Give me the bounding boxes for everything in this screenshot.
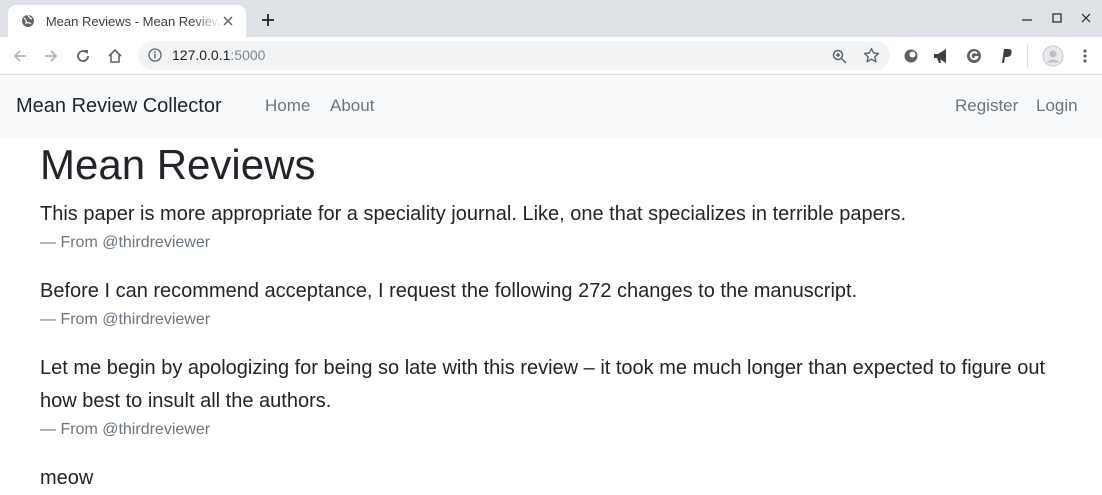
url-port: :5000 xyxy=(230,47,266,63)
review-text: This paper is more appropriate for a spe… xyxy=(40,203,906,225)
nav-link-home[interactable]: Home xyxy=(265,96,310,116)
review-text: Before I can recommend acceptance, I req… xyxy=(40,280,858,302)
forward-button[interactable] xyxy=(38,43,64,69)
nav-link-login[interactable]: Login xyxy=(1036,96,1078,116)
reload-icon xyxy=(77,50,89,62)
review-footer: — From @thirdreviewer xyxy=(40,311,211,328)
nav-link-register[interactable]: Register xyxy=(955,96,1018,116)
info-icon[interactable] xyxy=(147,47,163,63)
minimize-icon xyxy=(1022,19,1032,21)
review-text: Let me begin by apologizing for being so… xyxy=(40,357,1046,412)
home-icon xyxy=(108,48,122,63)
minimize-button[interactable] xyxy=(1015,8,1039,28)
menu-dots-icon[interactable] xyxy=(1076,47,1094,65)
extension-circle-icon[interactable] xyxy=(902,47,920,65)
close-icon[interactable] xyxy=(220,13,236,29)
window-close-button[interactable] xyxy=(1074,8,1098,28)
back-button[interactable] xyxy=(7,43,33,69)
review-footer: — From @thirdreviewer xyxy=(40,421,211,438)
maximize-button[interactable] xyxy=(1045,8,1069,28)
profile-avatar-icon[interactable] xyxy=(1042,45,1064,67)
window-close-icon xyxy=(1081,13,1091,23)
browser-toolbar: 127.0.0.1:5000 xyxy=(0,37,1102,75)
megaphone-icon[interactable] xyxy=(933,47,951,65)
toolbar-separator xyxy=(1027,45,1028,67)
forward-icon xyxy=(45,50,58,62)
plus-icon xyxy=(262,14,274,26)
page-title: Mean Reviews xyxy=(40,141,316,188)
new-tab-button[interactable] xyxy=(258,10,278,30)
paypal-icon[interactable] xyxy=(997,47,1015,65)
browser-tab[interactable]: Mean Reviews - Mean Reviews xyxy=(8,5,246,37)
review-footer: — From @thirdreviewer xyxy=(40,234,211,251)
navbar-brand[interactable]: Mean Review Collector xyxy=(16,94,222,118)
url-text[interactable]: 127.0.0.1:5000 xyxy=(172,47,265,64)
tab-title: Mean Reviews - Mean Reviews xyxy=(45,13,221,29)
reload-button[interactable] xyxy=(70,43,96,69)
star-icon[interactable] xyxy=(862,46,880,64)
site-navbar: Mean Review Collector Home About Registe… xyxy=(0,75,1102,137)
globe-icon xyxy=(20,13,36,29)
address-bar[interactable]: 127.0.0.1:5000 xyxy=(138,41,890,70)
grammarly-icon[interactable] xyxy=(965,47,983,65)
review-text: meow xyxy=(40,467,94,489)
tab-strip: Mean Reviews - Mean Reviews xyxy=(0,0,1102,37)
maximize-icon xyxy=(1052,13,1062,23)
nav-link-about[interactable]: About xyxy=(330,96,374,116)
zoom-icon[interactable] xyxy=(830,47,848,65)
back-icon xyxy=(13,50,26,62)
url-host: 127.0.0.1 xyxy=(172,47,231,63)
home-button[interactable] xyxy=(102,43,128,69)
